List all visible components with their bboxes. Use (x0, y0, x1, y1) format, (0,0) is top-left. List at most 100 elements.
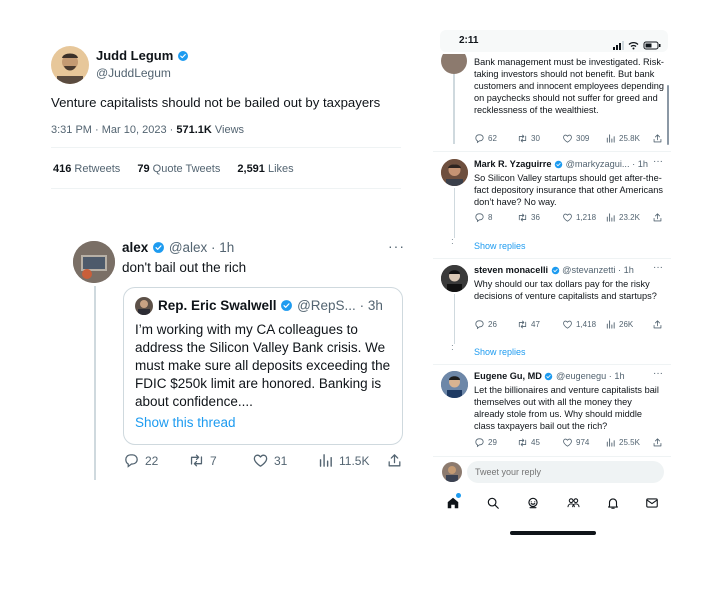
reply-author[interactable]: alex @alex · 1h (122, 240, 234, 255)
share-button[interactable] (652, 212, 663, 223)
views-button[interactable]: 25.5K (605, 437, 640, 448)
tweet-date[interactable]: Mar 10, 2023 (102, 124, 167, 136)
reply-text: don't bail out the rich (122, 260, 247, 275)
share-button[interactable] (652, 319, 663, 330)
retweet-icon (188, 452, 205, 469)
likes-stat[interactable]: 2,591 Likes (237, 163, 293, 175)
likes-count: 2,591 (237, 163, 265, 175)
reply-input[interactable] (467, 461, 664, 483)
notifications-icon (608, 498, 618, 509)
communities-icon (567, 498, 580, 508)
reply-age: 1h (623, 265, 634, 275)
reply-author-handle: @stevanzetti (562, 265, 616, 275)
tweet-text: Venture capitalists should not be bailed… (51, 95, 381, 110)
nav-home[interactable] (446, 496, 460, 515)
retweet-button[interactable]: 36 (517, 212, 540, 223)
like-button[interactable]: 1,218 (562, 212, 596, 223)
avatar[interactable] (51, 46, 89, 84)
show-thread-link[interactable]: Show this thread (135, 415, 236, 430)
like-button[interactable]: 31 (252, 452, 287, 469)
like-button[interactable]: 974 (562, 437, 589, 448)
reply-age: 1h (614, 371, 625, 381)
retweet-count: 36 (531, 213, 540, 222)
like-count: 974 (576, 438, 590, 447)
reply-button[interactable]: 26 (474, 319, 497, 330)
reply-author[interactable]: Mark R. Yzaguirre @markyzagui... · 1h (474, 159, 648, 169)
reply-author-handle: @alex (168, 240, 208, 255)
thread-line (94, 286, 96, 480)
nav-communities[interactable] (566, 496, 581, 515)
tweet-meta: 3:31 PM · Mar 10, 2023 · 571.1K Views (51, 124, 245, 136)
more-icon[interactable]: ··· (653, 262, 663, 273)
reply-author[interactable]: steven monacelli @stevanzetti · 1h (474, 265, 634, 275)
like-icon (562, 437, 573, 448)
reply-author-name: Mark R. Yzaguirre (474, 159, 552, 169)
like-count: 1,218 (576, 213, 597, 222)
show-replies-link[interactable]: Show replies (474, 241, 526, 251)
reply-author[interactable]: Eugene Gu, MD @eugenegu · 1h (474, 371, 625, 381)
views-button[interactable]: 23.2K (605, 212, 640, 223)
share-icon (652, 133, 663, 144)
reply-button[interactable]: 22 (123, 452, 158, 469)
nav-messages[interactable] (645, 496, 659, 515)
nav-spaces[interactable] (526, 496, 540, 515)
retweet-count: 47 (531, 320, 540, 329)
thread-line (454, 294, 455, 344)
like-button[interactable]: 1,418 (562, 319, 596, 330)
avatar[interactable] (441, 159, 468, 186)
share-icon (386, 452, 403, 469)
more-icon[interactable]: ··· (388, 238, 405, 254)
verified-icon (554, 160, 563, 169)
verified-icon (280, 299, 293, 312)
views-icon (605, 212, 616, 223)
retweets-count: 416 (53, 163, 72, 175)
verified-icon (177, 50, 189, 62)
reply-count: 8 (488, 213, 493, 222)
reply-button[interactable]: 62 (474, 133, 497, 144)
show-replies-link[interactable]: Show replies (474, 347, 526, 357)
share-button[interactable] (386, 452, 403, 469)
notification-dot (456, 493, 461, 498)
nav-notifications[interactable] (606, 496, 620, 515)
messages-icon (646, 498, 658, 508)
reply-count: 22 (145, 453, 159, 468)
retweet-icon (517, 133, 528, 144)
reply-button[interactable]: 8 (474, 212, 492, 223)
more-icon[interactable]: ··· (653, 156, 663, 167)
retweet-button[interactable]: 47 (517, 319, 540, 330)
divider (433, 151, 671, 152)
share-button[interactable] (652, 437, 663, 448)
retweet-button[interactable]: 30 (517, 133, 540, 144)
views-icon (605, 437, 616, 448)
thread-dots: · · (451, 235, 454, 248)
views-count: 23.2K (619, 213, 640, 222)
nav-search[interactable] (486, 496, 500, 515)
author-handle[interactable]: @JuddLegum (96, 66, 171, 80)
share-button[interactable] (652, 133, 663, 144)
retweets-stat[interactable]: 416 Retweets (53, 163, 120, 175)
more-icon[interactable]: ··· (653, 368, 663, 379)
author-name[interactable]: Judd Legum (96, 48, 189, 63)
reply-author-handle: @eugenegu (556, 371, 607, 381)
author-name-text: Judd Legum (96, 48, 174, 63)
tweet-time[interactable]: 3:31 PM (51, 124, 92, 136)
retweet-count: 30 (531, 134, 540, 143)
quotes-stat[interactable]: 79 Quote Tweets (137, 163, 220, 175)
avatar[interactable] (73, 241, 115, 283)
views-button[interactable]: 25.8K (605, 133, 640, 144)
reply-button[interactable]: 29 (474, 437, 497, 448)
like-icon (252, 452, 269, 469)
avatar[interactable] (441, 371, 468, 398)
reply-icon (474, 437, 485, 448)
views-button[interactable]: 26K (605, 319, 633, 330)
quote-age: 3h (367, 298, 383, 313)
avatar[interactable] (441, 265, 468, 292)
like-count: 31 (274, 453, 288, 468)
retweet-button[interactable]: 7 (188, 452, 217, 469)
likes-label: Likes (267, 163, 294, 175)
retweet-button[interactable]: 45 (517, 437, 540, 448)
reply-age: 1h (219, 240, 235, 255)
views-button[interactable]: 11.5K (317, 452, 369, 469)
like-button[interactable]: 309 (562, 133, 589, 144)
scrollbar[interactable] (667, 85, 669, 145)
